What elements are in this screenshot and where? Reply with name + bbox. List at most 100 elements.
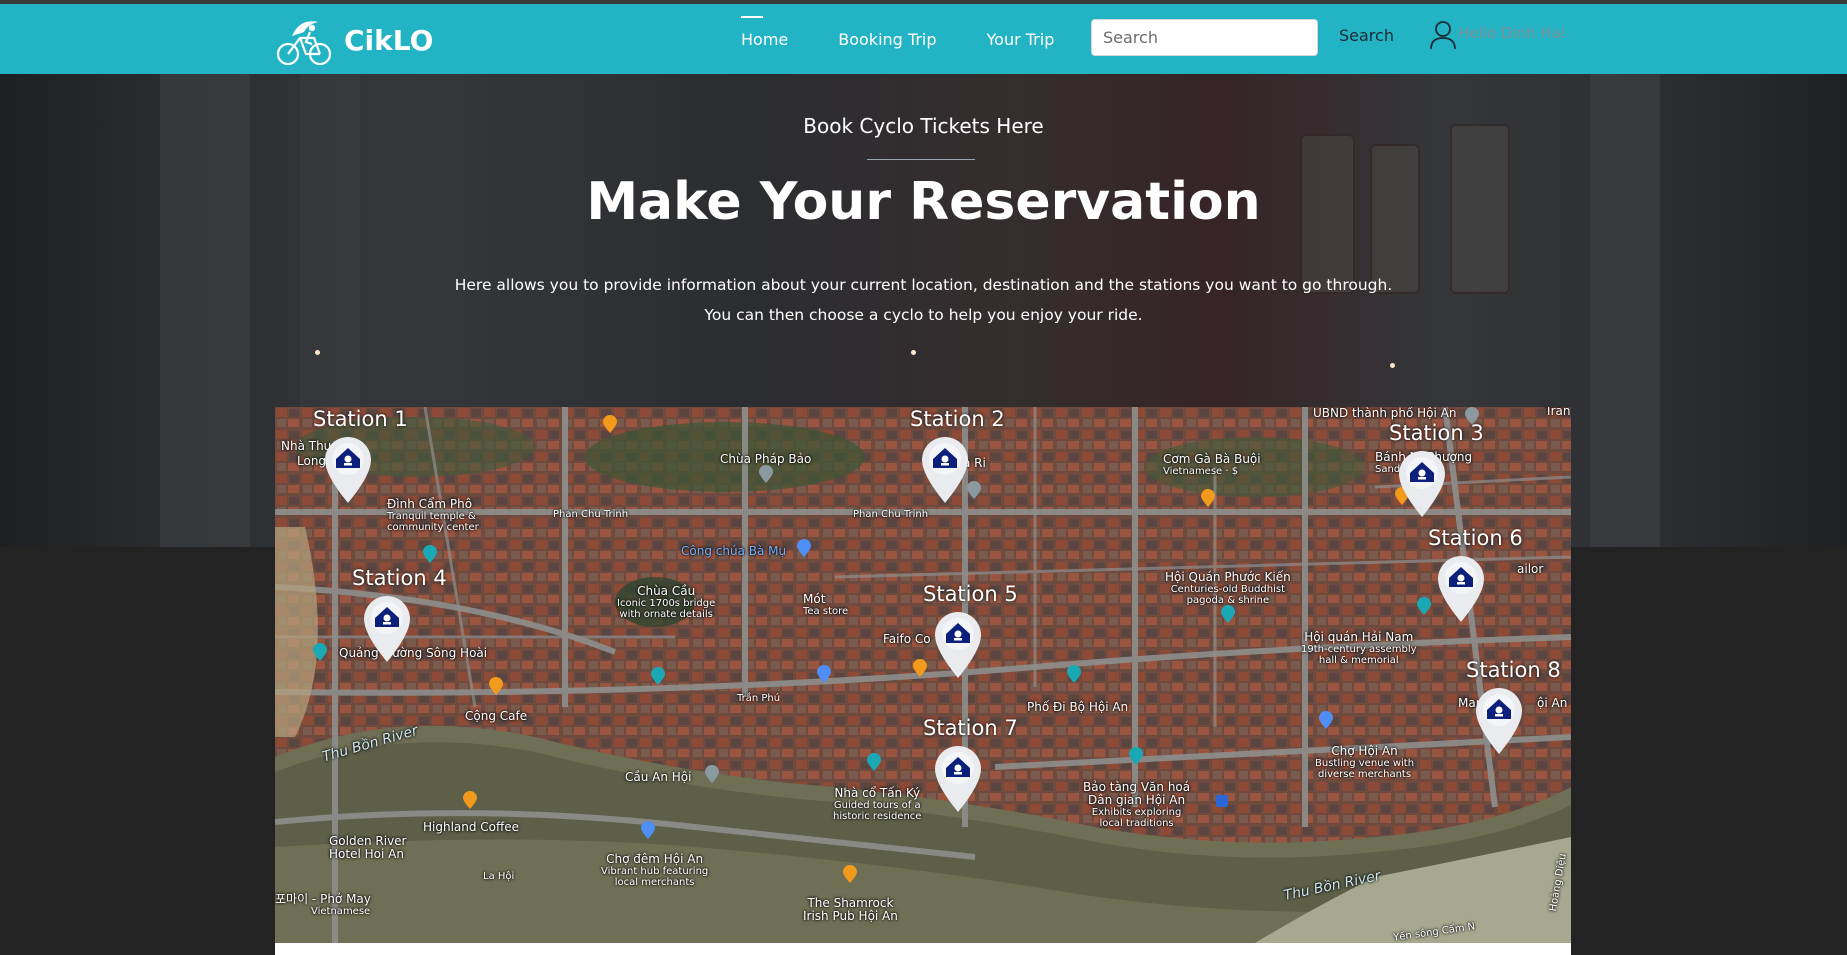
map-place-desc: Centuries-old Buddhist <box>1170 584 1286 596</box>
station-marker[interactable]: Station 4 <box>352 566 472 670</box>
map-place-label: Bảo tàng Văn hoá Dân gian Hội An Exhibit… <box>1083 780 1190 829</box>
landmark-pin-icon[interactable] <box>1067 665 1081 683</box>
navbar: CikLO Home Booking Trip Your Trip Search… <box>0 4 1847 74</box>
map-place-desc: with ornate details <box>619 609 713 621</box>
map-place-name: Hội quán Hải Nam <box>1304 630 1414 644</box>
map-place-label: Phố Đi Bộ Hội An <box>1027 700 1129 714</box>
landmark-pin-icon[interactable] <box>867 753 881 771</box>
brand[interactable]: CikLO <box>274 14 433 66</box>
station-pin-icon[interactable] <box>323 435 373 503</box>
map-footer-strip <box>275 943 1571 955</box>
station-marker[interactable]: Station 5 <box>923 582 1043 686</box>
station-pin-icon[interactable] <box>1397 449 1447 517</box>
map-street-label: La Hội <box>483 871 515 882</box>
map-place-name: Dân gian Hội An <box>1088 793 1186 808</box>
cafe-pin-icon[interactable] <box>463 791 477 809</box>
map-place-label: Trần <box>1545 407 1571 418</box>
station-marker[interactable]: Station 1 <box>313 407 433 511</box>
station-marker[interactable]: Station 6 <box>1428 526 1548 630</box>
map-place-label: Cơm Gà Bà Buội Vietnamese · $ <box>1163 452 1261 477</box>
station-marker[interactable]: Station 3 <box>1389 421 1509 525</box>
map-place-name: Chợ đêm Hội An <box>606 852 704 866</box>
map-place-desc: Vibrant hub featuring <box>601 866 709 878</box>
restaurant-pin-icon[interactable] <box>603 415 617 433</box>
map-place-label: Cầu An Hội <box>625 770 692 784</box>
map-place-label: Cộng Cafe <box>465 709 528 723</box>
map-place-name: The Shamrock <box>807 896 894 910</box>
map-place-label: Mót Tea store <box>803 592 849 618</box>
map-place-desc: Guided tours of a <box>833 800 921 812</box>
map-place-desc: Iconic 1700s bridge <box>617 598 716 610</box>
shopping-pin-icon[interactable] <box>1319 711 1333 729</box>
landmark-pin-icon[interactable] <box>1221 605 1235 623</box>
station-pin-icon[interactable] <box>933 744 983 812</box>
map-place-name: Mót <box>803 592 826 606</box>
station-marker[interactable]: Station 8 <box>1466 658 1571 762</box>
map-place-name: Hotel Hoi An <box>329 847 404 862</box>
station-marker[interactable]: Station 2 <box>910 407 1030 511</box>
bar-pin-icon[interactable] <box>843 865 857 883</box>
map-place-desc: Exhibits exploring <box>1091 807 1182 819</box>
station-label: Station 7 <box>923 716 1018 740</box>
map-place-label: Chợ Hội An Bustling venue with diverse m… <box>1315 744 1415 780</box>
hero-description-line: Here allows you to provide information a… <box>454 276 1393 294</box>
landmark-pin-icon[interactable] <box>651 667 665 685</box>
map-place-name: Golden River <box>329 834 407 848</box>
map-place-label: Công chúa Bà Mụ <box>681 544 787 558</box>
worship-pin-icon[interactable] <box>797 539 811 557</box>
station-label: Station 3 <box>1389 421 1484 445</box>
map-place-label: 포마이 - Phở May Vietnamese <box>275 892 371 917</box>
map-place-desc: Bustling venue with <box>1315 758 1415 770</box>
station-pin-icon[interactable] <box>1436 554 1486 622</box>
map-place-desc: Tea store <box>803 606 849 618</box>
station-pin-icon[interactable] <box>920 435 970 503</box>
map-place-label: Golden River Hotel Hoi An <box>329 834 407 862</box>
landmark-pin-icon[interactable] <box>313 643 327 661</box>
map-place-desc: community center <box>387 522 479 534</box>
station-label: Station 4 <box>352 566 447 590</box>
map-street-label: Trần Phú <box>737 693 781 704</box>
decor-dot <box>911 350 916 355</box>
station-label: Station 1 <box>313 407 408 431</box>
shopping-pin-icon[interactable] <box>817 665 831 683</box>
map-place-desc: local merchants <box>614 877 695 889</box>
map-place-name: Chợ Hội An <box>1331 744 1398 758</box>
station-label: Station 2 <box>910 407 1005 431</box>
cafe-pin-icon[interactable] <box>489 677 503 695</box>
map-place-name: Chùa Cầu <box>637 584 696 598</box>
station-marker[interactable]: Station 7 <box>923 716 1043 820</box>
nav-home[interactable]: Home <box>741 15 788 49</box>
map-place-label: Highland Coffee <box>423 820 520 834</box>
map-place-label: Hội Quán Phước Kiến Centuries-old Buddhi… <box>1165 570 1291 606</box>
cyclo-logo-icon <box>276 21 332 66</box>
station-pin-icon[interactable] <box>1474 686 1524 754</box>
nav-booking-trip[interactable]: Booking Trip <box>838 30 936 49</box>
map-place-name: Cơm Gà Bà Buội <box>1163 452 1261 466</box>
worship-pin-icon[interactable] <box>759 465 773 483</box>
user-icon[interactable] <box>1429 20 1457 50</box>
map-place-name: 포마이 - Phở May <box>275 892 371 906</box>
map-place-desc: historic residence <box>833 811 922 823</box>
bus-stop-icon[interactable] <box>1215 793 1229 811</box>
user-greeting[interactable]: Hello Dinh Hai <box>1458 24 1565 42</box>
map-place-name: Hội Quán Phước Kiến <box>1165 570 1291 584</box>
landmark-pin-icon[interactable] <box>423 545 437 563</box>
search-button[interactable]: Search <box>1339 26 1394 45</box>
map-place-desc: hall & memorial <box>1318 655 1399 667</box>
search-input[interactable] <box>1091 19 1318 56</box>
landmark-pin-icon[interactable] <box>1129 747 1143 765</box>
map-place-name: Irish Pub Hội An <box>803 909 898 924</box>
restaurant-pin-icon[interactable] <box>1201 489 1215 507</box>
station-label: Station 5 <box>923 582 1018 606</box>
station-pin-icon[interactable] <box>933 610 983 678</box>
station-label: Station 8 <box>1466 658 1561 682</box>
shopping-pin-icon[interactable] <box>641 821 655 839</box>
map-place-label: Chợ đêm Hội An Vibrant hub featuring loc… <box>601 852 709 889</box>
place-pin-icon[interactable] <box>705 765 719 783</box>
station-pin-icon[interactable] <box>362 594 412 662</box>
map-place-desc: Tranquil temple & <box>387 511 476 523</box>
station-map[interactable]: UBND thành phố Hội An Trần Nhà Thu Long … <box>275 407 1571 943</box>
nav-links: Home Booking Trip Your Trip <box>741 4 1104 74</box>
nav-your-trip[interactable]: Your Trip <box>987 30 1055 49</box>
brand-name: CikLO <box>344 23 434 57</box>
